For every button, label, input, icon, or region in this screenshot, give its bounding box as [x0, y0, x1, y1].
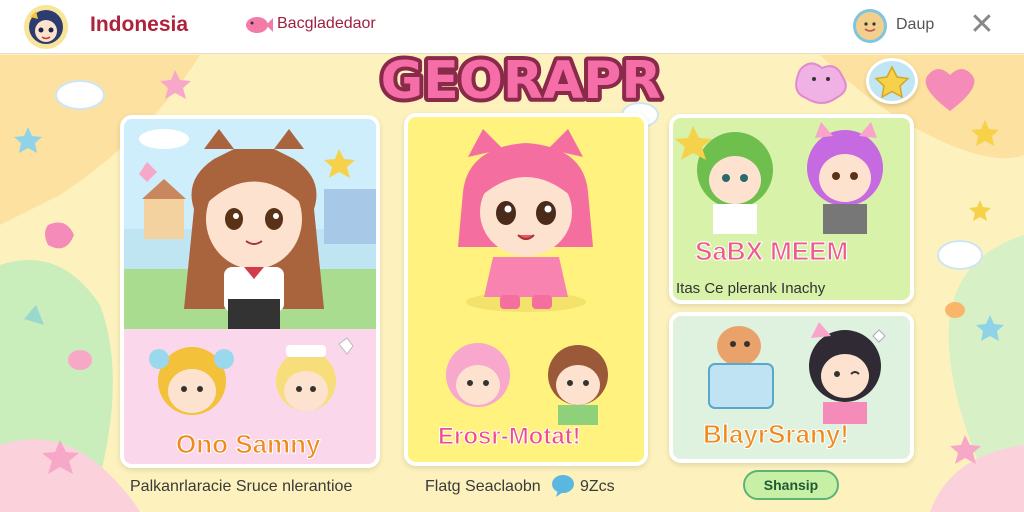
footer-middle-caption: Flatg Seaclaobn [425, 478, 541, 495]
user-name[interactable]: Daup [896, 16, 934, 34]
character-card-middle[interactable]: Erosr-Motat! [404, 113, 648, 466]
card-right-top-title: SaBX MEEM [694, 236, 849, 267]
app-title: Indonesia [90, 13, 189, 36]
character-card-right-bottom[interactable]: BlayrSrany! [669, 312, 914, 463]
card-right-top-subcaption: Itas Ce plerank Inachy [676, 280, 826, 297]
card-right-bottom-title: BlayrSrany! [703, 419, 850, 450]
smiley-avatar-icon[interactable] [853, 9, 887, 43]
card-middle-title: Erosr-Motat! [438, 423, 582, 451]
footer-left-caption: Palkanrlaracie Sruce nlerantioe [130, 478, 353, 495]
speech-bubble-icon [552, 475, 574, 497]
character-art-right-top [673, 118, 910, 300]
card-left-title: Ono Samny [175, 429, 321, 460]
topic-label[interactable]: Bacgladedaor [277, 15, 376, 33]
logo-text-fill: GEORAPR [381, 51, 662, 111]
anime-girl-avatar-icon[interactable] [20, 3, 72, 51]
character-card-left[interactable]: Ono Samny [120, 115, 380, 468]
character-card-right-top[interactable]: SaBX MEEM [669, 114, 914, 304]
close-icon[interactable]: ✕ [966, 10, 998, 42]
character-art-left [124, 119, 376, 464]
footer-middle-count: 9Zcs [580, 478, 615, 495]
star-icon[interactable] [866, 58, 918, 104]
share-button[interactable]: Shansip [743, 470, 839, 500]
game-logo: GEORAPR GEORAPR [377, 47, 666, 114]
pink-fish-icon[interactable] [243, 12, 273, 38]
character-art-middle [408, 117, 644, 462]
